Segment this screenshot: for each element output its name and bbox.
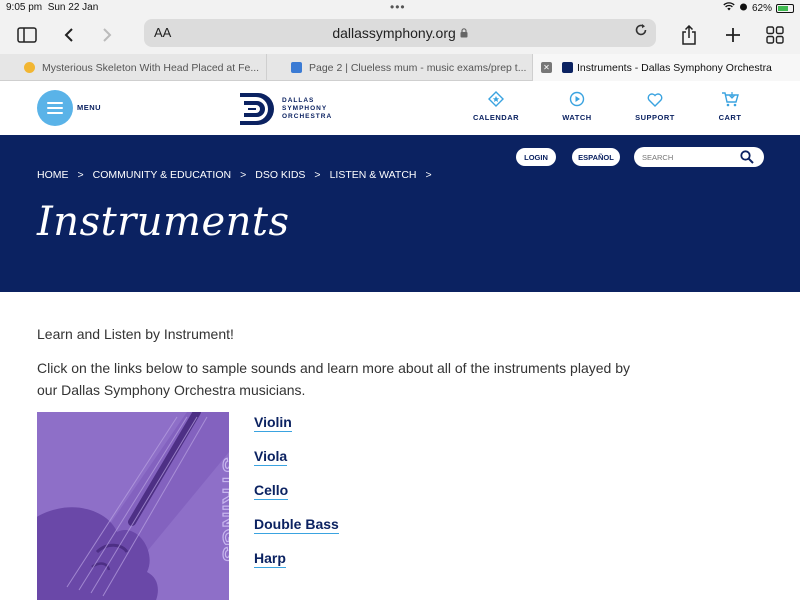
wifi-icon	[723, 2, 735, 14]
link-violin[interactable]: Violin	[254, 414, 292, 432]
espanol-button[interactable]: ESPAÑOL	[572, 148, 620, 166]
reload-icon[interactable]	[634, 23, 648, 41]
breadcrumb-dso-kids[interactable]: DSO KIDS	[255, 169, 305, 181]
page-hero: LOGIN ESPAÑOL HOME > COMMUNITY & EDUCATI…	[0, 135, 800, 292]
search-input[interactable]	[642, 150, 738, 164]
status-bar: 9:05 pm Sun 22 Jan ••• 62%	[0, 0, 800, 16]
tab-mysterious-skeleton[interactable]: Mysterious Skeleton With Head Placed at …	[0, 54, 267, 81]
tab-title: Instruments - Dallas Symphony Orchestra	[577, 61, 772, 74]
cart-icon	[700, 89, 760, 109]
url-text: dallassymphony.org	[144, 25, 656, 41]
browser-toolbar: AA dallassymphony.org	[0, 16, 800, 54]
address-bar[interactable]: AA dallassymphony.org	[144, 19, 656, 47]
link-double-bass[interactable]: Double Bass	[254, 516, 339, 534]
link-cello[interactable]: Cello	[254, 482, 289, 500]
site-favicon-icon	[291, 62, 302, 73]
breadcrumb-listen-watch[interactable]: LISTEN & WATCH	[330, 169, 417, 181]
link-viola[interactable]: Viola	[254, 448, 288, 466]
link-harp[interactable]: Harp	[254, 550, 286, 568]
calendar-star-icon	[466, 89, 526, 109]
new-tab-icon[interactable]	[720, 22, 746, 48]
violin-illustration-icon: STRINGS	[37, 412, 229, 600]
intro-text: Learn and Listen by Instrument!	[37, 326, 234, 342]
forward-icon[interactable]	[94, 22, 120, 48]
search-icon[interactable]	[740, 150, 754, 169]
battery-icon	[776, 3, 794, 13]
site-header: MENU DALLAS SYMPHONY ORCHESTRA CALENDAR …	[0, 81, 800, 135]
status-time: 9:05 pm	[6, 2, 43, 13]
nav-watch[interactable]: WATCH	[547, 89, 607, 122]
nav-calendar[interactable]: CALENDAR	[466, 89, 526, 122]
strings-image: STRINGS	[37, 412, 229, 600]
menu-label[interactable]: MENU	[77, 103, 101, 112]
description-text: Click on the links below to sample sound…	[37, 360, 630, 398]
dso-logo-mark-icon	[240, 93, 274, 125]
tab-title: Mysterious Skeleton With Head Placed at …	[42, 61, 260, 74]
breadcrumb: HOME > COMMUNITY & EDUCATION > DSO KIDS …	[37, 169, 432, 181]
heart-icon	[625, 89, 685, 109]
close-tab-icon[interactable]: ✕	[541, 62, 552, 73]
status-date: Sun 22 Jan	[47, 2, 99, 13]
status-indicators: 62%	[723, 2, 794, 14]
alarm-icon	[739, 2, 748, 14]
site-favicon-icon	[24, 62, 35, 73]
tab-title: Page 2 | Clueless mum - music exams/prep…	[309, 61, 527, 74]
dso-favicon-icon	[562, 62, 573, 73]
breadcrumb-chevron-icon: >	[240, 169, 247, 181]
search-box	[634, 147, 764, 167]
multitasking-dots-icon[interactable]: •••	[390, 0, 406, 14]
tab-clueless-mum[interactable]: Page 2 | Clueless mum - music exams/prep…	[267, 54, 533, 81]
status-time-date: 9:05 pm Sun 22 Jan	[6, 2, 98, 13]
instrument-links: Violin Viola Cello Double Bass Harp	[254, 414, 339, 584]
nav-support[interactable]: SUPPORT	[625, 89, 685, 122]
nav-cart[interactable]: CART	[700, 89, 760, 122]
login-button[interactable]: LOGIN	[516, 148, 556, 166]
breadcrumb-community-education[interactable]: COMMUNITY & EDUCATION	[93, 169, 231, 181]
tab-overview-icon[interactable]	[762, 22, 788, 48]
battery-percent: 62%	[751, 2, 772, 14]
tab-bar: Mysterious Skeleton With Head Placed at …	[0, 54, 800, 81]
breadcrumb-chevron-icon: >	[425, 169, 432, 181]
play-circle-icon	[547, 89, 607, 109]
breadcrumb-chevron-icon: >	[314, 169, 321, 181]
breadcrumb-chevron-icon: >	[77, 169, 84, 181]
strings-label: STRINGS	[218, 458, 229, 563]
menu-button[interactable]	[37, 90, 73, 126]
lock-icon	[460, 28, 468, 38]
page-title: Instruments	[37, 199, 290, 245]
sidebar-toggle-icon[interactable]	[14, 22, 40, 48]
breadcrumb-home[interactable]: HOME	[37, 169, 69, 181]
share-icon[interactable]	[676, 22, 702, 48]
back-icon[interactable]	[56, 22, 82, 48]
logo-text: DALLAS SYMPHONY ORCHESTRA	[282, 97, 333, 120]
dso-logo[interactable]: DALLAS SYMPHONY ORCHESTRA	[238, 91, 338, 131]
tab-instruments[interactable]: ✕ Instruments - Dallas Symphony Orchestr…	[533, 54, 800, 81]
